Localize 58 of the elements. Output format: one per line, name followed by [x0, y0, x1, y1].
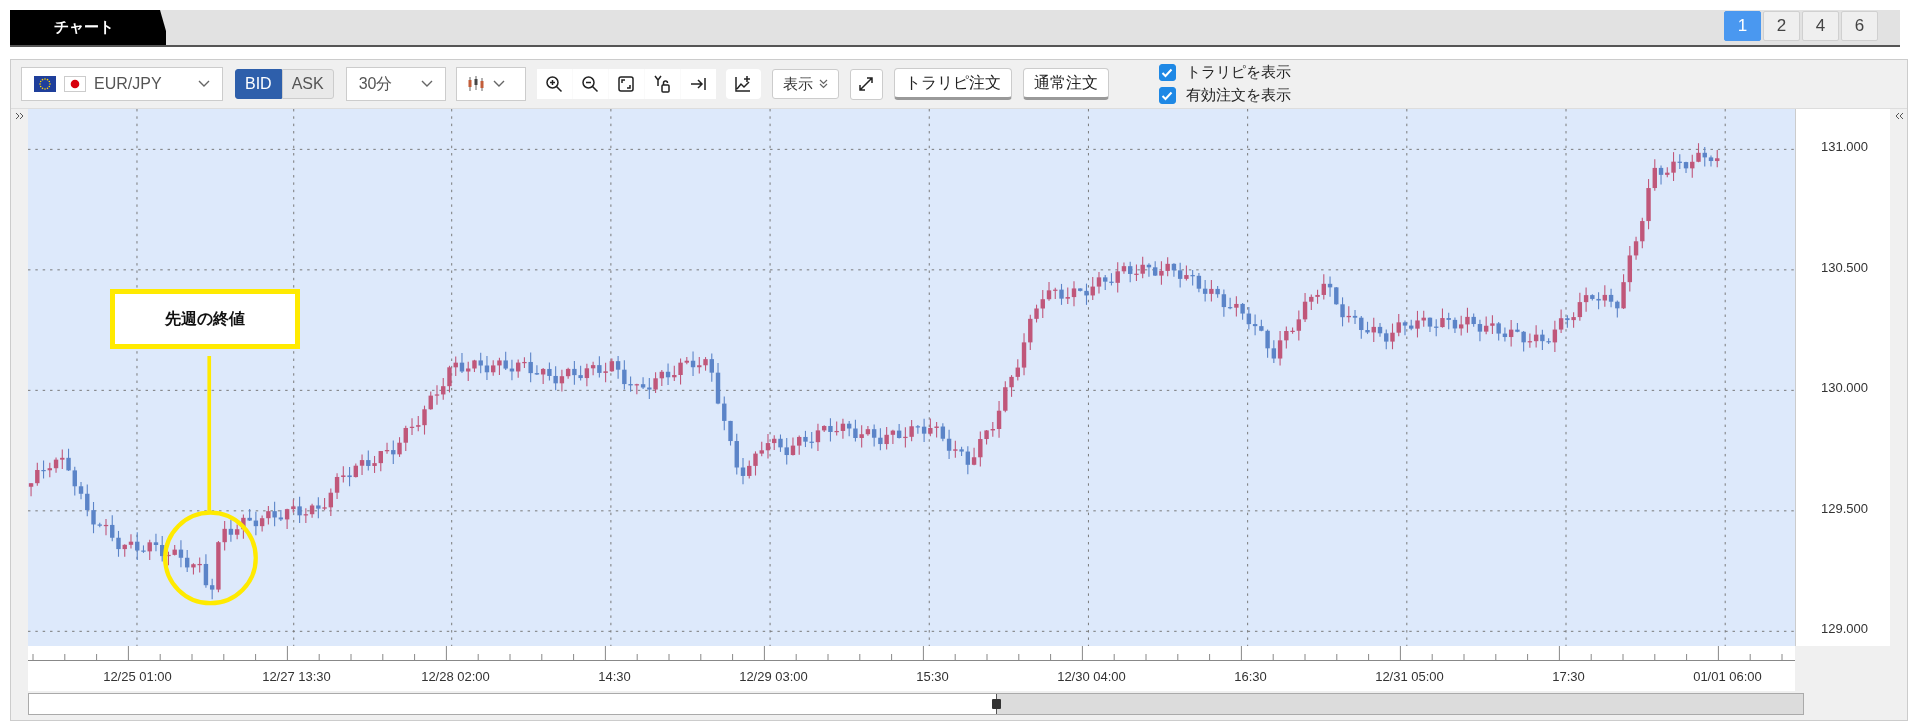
y-axis-label: 130.500	[1821, 259, 1869, 276]
fit-screen-button[interactable]	[608, 69, 644, 99]
flag-icon	[64, 76, 86, 92]
y-axis-lock-icon	[653, 75, 672, 93]
x-axis-label: 15:30	[916, 668, 949, 684]
interval-select[interactable]: 30分	[345, 67, 446, 101]
zoom-out-button[interactable]	[572, 69, 608, 99]
order-button[interactable]: 通常注文	[1022, 68, 1109, 100]
price-side-toggle[interactable]: ASK	[281, 69, 334, 99]
y-axis-lock-button[interactable]	[644, 69, 680, 99]
y-axis-label: 131.000	[1821, 139, 1869, 155]
chart-tab[interactable]: チャート	[10, 10, 166, 45]
checkbox[interactable]	[1158, 64, 1176, 81]
x-axis-label: 12/28 02:00	[421, 668, 490, 684]
jump-to-end-icon	[689, 75, 708, 93]
price-side-toggle[interactable]: BID	[235, 69, 282, 99]
jump-to-end-button[interactable]	[680, 69, 716, 99]
scrollbar-track[interactable]	[28, 693, 1804, 715]
x-axis-label: 01/01 06:00	[1693, 668, 1762, 684]
order-button[interactable]: トラリピ注文	[893, 68, 1012, 100]
layout-button[interactable]: 2	[1763, 11, 1800, 41]
y-axis-label: 130.000	[1821, 380, 1869, 396]
x-axis-label: 16:30	[1234, 668, 1267, 684]
chevron-down-icon	[198, 80, 210, 88]
x-axis-label: 12/27 13:30	[262, 668, 331, 684]
checkbox[interactable]	[1158, 87, 1176, 104]
zoom-in-button[interactable]	[536, 69, 572, 99]
display-menu-button[interactable]: 表示	[771, 69, 839, 99]
callout-label: 先週の終値	[110, 289, 300, 349]
checkbox-label: 有効注文を表示	[1185, 86, 1291, 105]
y-axis-label: 129.500	[1821, 500, 1869, 517]
chevron-down-icon	[492, 80, 505, 88]
chart-plus-icon	[734, 75, 753, 93]
expand-icon	[858, 76, 875, 92]
double-chevron-icon	[818, 79, 828, 89]
zoom-out-icon	[581, 75, 600, 93]
checkbox-label: トラリピを表示	[1185, 63, 1291, 82]
x-axis-label: 17:30	[1552, 668, 1585, 684]
collapse-right-icon[interactable]	[1893, 111, 1904, 121]
chart-type-select[interactable]	[455, 67, 526, 101]
x-axis-label: 12/29 03:00	[739, 668, 808, 684]
candlestick-icon	[466, 76, 485, 92]
expand-button[interactable]	[849, 68, 883, 100]
x-axis-label: 12/25 01:00	[103, 668, 172, 684]
y-axis-label: 129.000	[1821, 621, 1869, 637]
flag-icon	[34, 76, 56, 92]
x-axis-label: 12/31 05:00	[1375, 668, 1444, 684]
zoom-in-icon	[545, 75, 564, 93]
expand-left-icon[interactable]	[14, 111, 25, 121]
x-axis-label: 14:30	[598, 668, 631, 684]
fit-screen-icon	[617, 75, 636, 93]
layout-button[interactable]: 4	[1802, 11, 1839, 41]
chevron-down-icon	[420, 80, 433, 88]
x-axis-label: 12/30 04:00	[1057, 668, 1126, 684]
add-indicator-button[interactable]	[725, 69, 761, 99]
scroll-handle[interactable]	[992, 699, 1001, 709]
currency-pair-select[interactable]: EUR/JPY	[21, 67, 223, 101]
layout-button[interactable]: 6	[1841, 11, 1878, 41]
